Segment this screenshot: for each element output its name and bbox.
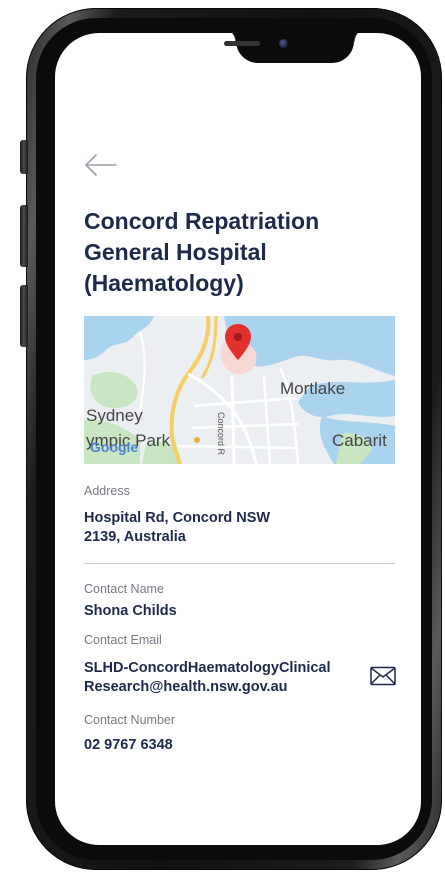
- earpiece-speaker: [224, 41, 260, 46]
- google-logo: Google: [90, 439, 138, 455]
- email-button[interactable]: [370, 666, 396, 686]
- contact-email-label: Contact Email: [84, 633, 162, 647]
- page-title: Concord Repatriation General Hospital (H…: [84, 208, 320, 296]
- mute-switch: [20, 140, 28, 174]
- envelope-icon: [370, 666, 396, 686]
- arrow-left-icon: [85, 154, 117, 176]
- map-label-cabarita: Cabarit: [332, 431, 387, 450]
- map-label-sydney: Sydney: [86, 406, 143, 425]
- map-street: [230, 375, 236, 464]
- map-poi-dot: [194, 437, 200, 443]
- map-canvas: Mortlake Sydney ympic Park Cabarit Conco…: [84, 316, 395, 464]
- map-label-concord-road: Concord R: [216, 412, 226, 456]
- address-value: Hospital Rd, Concord NSW 2139, Australia: [84, 510, 271, 545]
- location-map[interactable]: Mortlake Sydney ympic Park Cabarit Conco…: [84, 316, 395, 464]
- contact-name-value: Shona Childs: [84, 603, 177, 619]
- contact-number-label: Contact Number: [84, 713, 176, 727]
- volume-down-button: [20, 285, 28, 347]
- front-camera: [279, 39, 288, 48]
- section-divider: [84, 563, 395, 564]
- contact-email-value[interactable]: SLHD-ConcordHaematologyClinical Research…: [84, 659, 369, 697]
- volume-up-button: [20, 205, 28, 267]
- contact-name-label: Contact Name: [84, 582, 164, 596]
- map-label-mortlake: Mortlake: [280, 379, 345, 398]
- back-button[interactable]: [84, 153, 118, 177]
- contact-number-value[interactable]: 02 9767 6348: [84, 736, 173, 755]
- address-label: Address: [84, 484, 130, 498]
